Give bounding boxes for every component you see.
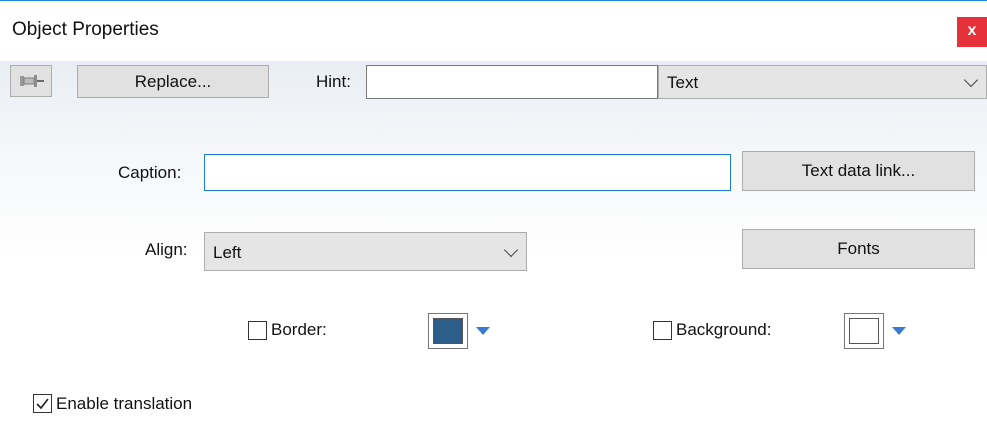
pin-button[interactable] [10,65,52,97]
chevron-down-icon [503,242,519,258]
text-data-link-button[interactable]: Text data link... [742,151,975,191]
object-type-select[interactable]: Text [658,65,987,99]
caption-input[interactable] [204,154,731,191]
background-checkbox[interactable] [653,321,672,340]
window-title: Object Properties [12,19,159,40]
chevron-down-icon [963,72,979,88]
object-type-value: Text [667,73,699,92]
title-bar: Object Properties x [0,1,987,61]
pin-icon [20,75,44,87]
dropdown-arrow-icon [892,327,906,335]
align-label: Align: [145,240,188,259]
hint-input[interactable] [366,65,658,99]
hint-label: Hint: [316,72,351,91]
close-button[interactable]: x [957,17,987,47]
border-label: Border: [271,320,327,339]
background-label: Background: [676,320,772,339]
border-checkbox[interactable] [248,321,267,340]
border-color-swatch [433,318,463,344]
align-select[interactable]: Left [204,232,527,271]
border-color-picker[interactable] [428,313,496,349]
background-color-swatch [849,318,879,344]
object-properties-window: Object Properties x Replace... Hint: Tex… [0,0,987,435]
enable-translation-checkbox[interactable] [33,394,52,413]
caption-label: Caption: [118,163,182,182]
fonts-button[interactable]: Fonts [742,229,975,269]
align-value: Left [213,243,242,262]
dropdown-arrow-icon [476,327,490,335]
dialog-body: Replace... Hint: Text Caption: Text data… [0,61,987,435]
replace-button[interactable]: Replace... [77,65,269,98]
checkmark-icon [36,398,49,410]
background-color-picker[interactable] [844,313,912,349]
enable-translation-label: Enable translation [56,394,193,413]
